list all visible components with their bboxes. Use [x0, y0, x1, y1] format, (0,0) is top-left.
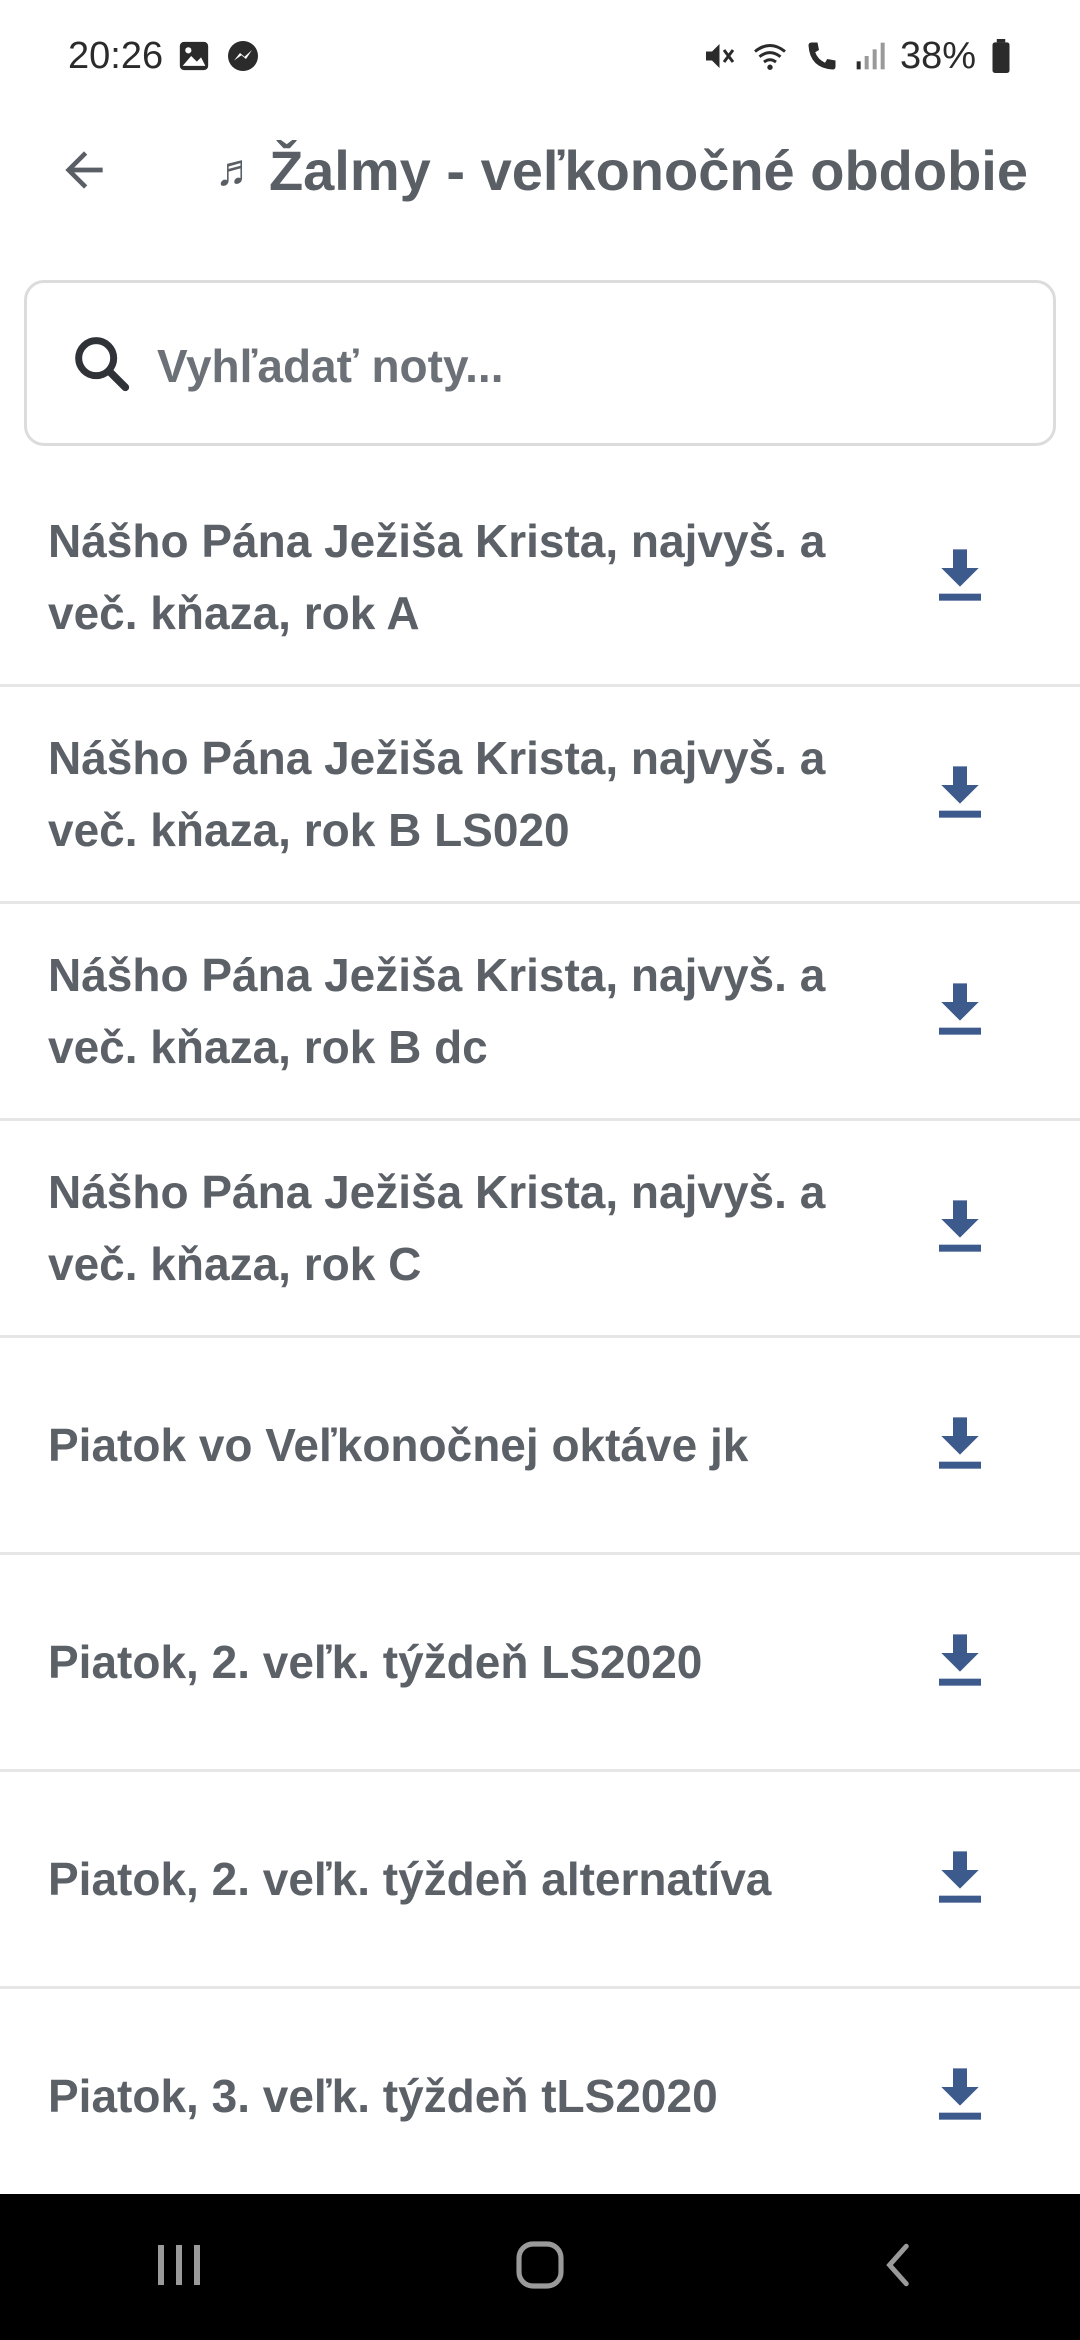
- download-icon: [936, 764, 984, 825]
- home-button[interactable]: [480, 2217, 600, 2317]
- list-item-label: Piatok, 2. veľk. týždeň LS2020: [48, 1636, 703, 1688]
- gallery-icon: [177, 39, 211, 73]
- list-item[interactable]: Nášho Pána Ježiša Krista, najvyš. a več.…: [0, 470, 1080, 687]
- navigation-bar: [0, 2194, 1080, 2340]
- list-item[interactable]: Piatok, 2. veľk. týždeň LS2020: [0, 1555, 1080, 1772]
- list-item[interactable]: Nášho Pána Ježiša Krista, najvyš. a več.…: [0, 1121, 1080, 1338]
- status-time: 20:26: [68, 34, 164, 77]
- status-right: 38%: [700, 35, 1012, 78]
- list-item[interactable]: Piatok, 3. veľk. týždeň tLS2020: [0, 1989, 1080, 2206]
- download-button[interactable]: [920, 1405, 1000, 1485]
- download-icon: [936, 547, 984, 608]
- list-item[interactable]: Nášho Pána Ježiša Krista, najvyš. a več.…: [0, 904, 1080, 1121]
- list-item-label: Piatok vo Veľkonočnej oktáve jk: [48, 1419, 749, 1471]
- download-icon: [936, 1415, 984, 1476]
- list-item[interactable]: Nášho Pána Ježiša Krista, najvyš. a več.…: [0, 687, 1080, 904]
- list-item[interactable]: Piatok, 2. veľk. týždeň alternatíva: [0, 1772, 1080, 1989]
- download-icon: [936, 1632, 984, 1693]
- recent-apps-button[interactable]: [120, 2217, 240, 2317]
- wifi-calling-icon: [804, 38, 840, 74]
- back-button[interactable]: [40, 138, 128, 206]
- download-button[interactable]: [920, 1622, 1000, 1702]
- download-button[interactable]: [920, 971, 1000, 1051]
- song-list: Nášho Pána Ježiša Krista, najvyš. a več.…: [0, 470, 1080, 2206]
- list-item-label: Nášho Pána Ježiša Krista, najvyš. a več.…: [48, 515, 826, 639]
- battery-icon: [990, 39, 1012, 73]
- list-item[interactable]: Piatok vo Veľkonočnej oktáve jk: [0, 1338, 1080, 1555]
- page-title-text: Žalmy - veľkonočné obdobie: [268, 139, 1028, 202]
- wifi-icon: [750, 38, 790, 74]
- download-icon: [936, 1849, 984, 1910]
- status-left: 20:26: [68, 35, 261, 78]
- list-item-label: Nášho Pána Ježiša Krista, najvyš. a več.…: [48, 732, 826, 856]
- list-item-label: Piatok, 3. veľk. týždeň tLS2020: [48, 2070, 718, 2122]
- download-button[interactable]: [920, 1188, 1000, 1268]
- signal-icon: [854, 40, 886, 72]
- home-icon: [512, 2237, 568, 2298]
- app-bar: ♬ Žalmy - veľkonočné obdobie: [0, 112, 1080, 232]
- download-icon: [936, 2066, 984, 2127]
- download-button[interactable]: [920, 537, 1000, 617]
- mute-icon: [700, 38, 736, 74]
- nav-back-button[interactable]: [840, 2217, 960, 2317]
- list-item-label: Piatok, 2. veľk. týždeň alternatíva: [48, 1853, 772, 1905]
- back-icon: [875, 2237, 925, 2298]
- download-icon: [936, 981, 984, 1042]
- status-bar: 20:26 38%: [0, 0, 1080, 112]
- arrow-left-icon: [56, 142, 112, 203]
- page-title: ♬ Žalmy - veľkonočné obdobie: [215, 138, 1028, 203]
- download-button[interactable]: [920, 1839, 1000, 1919]
- messenger-icon: [225, 38, 261, 74]
- search-input[interactable]: [155, 323, 1019, 409]
- music-note-icon: ♬: [214, 145, 259, 195]
- download-icon: [936, 1198, 984, 1259]
- search-box: [24, 280, 1056, 446]
- recent-apps-icon: [150, 2240, 210, 2295]
- download-button[interactable]: [920, 2056, 1000, 2136]
- search-icon: [67, 329, 137, 399]
- list-item-label: Nášho Pána Ježiša Krista, najvyš. a več.…: [48, 949, 826, 1073]
- battery-percent: 38%: [899, 34, 976, 77]
- download-button[interactable]: [920, 754, 1000, 834]
- list-item-label: Nášho Pána Ježiša Krista, najvyš. a več.…: [48, 1166, 826, 1290]
